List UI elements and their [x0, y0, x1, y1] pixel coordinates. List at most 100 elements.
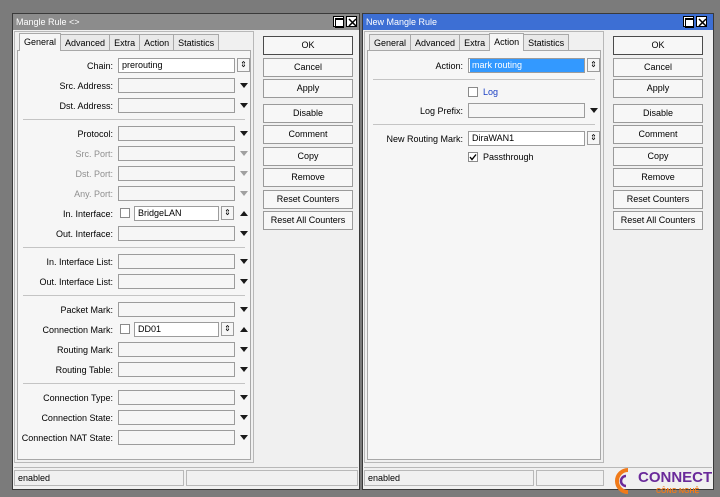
action-label: Action:	[435, 61, 463, 71]
comment-button[interactable]: Comment	[613, 125, 703, 144]
reset-all-counters-button[interactable]: Reset All Counters	[263, 211, 353, 230]
in-interface-list-input[interactable]	[118, 254, 235, 269]
in-interface-input[interactable]: BridgeLAN	[134, 206, 219, 221]
action-select[interactable]: mark routing	[468, 58, 585, 73]
divider	[23, 247, 245, 248]
copy-button[interactable]: Copy	[613, 147, 703, 166]
connection-mark-dropdown-icon[interactable]: ⇕	[221, 322, 234, 336]
dst-address-row: Dst. Address:	[18, 98, 250, 114]
passthrough-label[interactable]: Passthrough	[483, 152, 534, 162]
connection-nat-state-label: Connection NAT State:	[21, 433, 113, 443]
status-cell	[536, 470, 604, 486]
new-routing-mark-input[interactable]: DiraWAN1	[468, 131, 585, 146]
routing-mark-row: Routing Mark:	[18, 342, 250, 358]
disable-button[interactable]: Disable	[613, 104, 703, 123]
checkmark-icon	[469, 154, 477, 161]
connection-mark-invert-checkbox[interactable]	[120, 324, 130, 334]
packet-mark-dropdown-icon[interactable]	[240, 307, 248, 312]
connection-mark-collapse-icon[interactable]	[240, 327, 248, 332]
apply-button[interactable]: Apply	[263, 79, 353, 98]
logo-text-main: CONNECT	[638, 469, 712, 486]
chain-input[interactable]: prerouting	[118, 58, 235, 73]
connection-mark-input[interactable]: DD01	[134, 322, 219, 337]
packet-mark-input[interactable]	[118, 302, 235, 317]
connection-type-dropdown-icon[interactable]	[240, 395, 248, 400]
in-interface-invert-checkbox[interactable]	[120, 208, 130, 218]
routing-table-input[interactable]	[118, 362, 235, 377]
connection-type-input[interactable]	[118, 390, 235, 405]
close-icon[interactable]	[696, 16, 707, 27]
tab-bar: General Advanced Extra Action Statistics	[369, 33, 570, 51]
disable-button[interactable]: Disable	[263, 104, 353, 123]
connection-nat-state-input[interactable]	[118, 430, 235, 445]
in-interface-collapse-icon[interactable]	[240, 211, 248, 216]
out-interface-list-input[interactable]	[118, 274, 235, 289]
tab-extra[interactable]: Extra	[459, 34, 491, 51]
routing-mark-dropdown-icon[interactable]	[240, 347, 248, 352]
out-interface-list-dropdown-icon[interactable]	[240, 279, 248, 284]
ok-button[interactable]: OK	[613, 36, 703, 55]
src-port-input	[118, 146, 235, 161]
log-prefix-dropdown-icon[interactable]	[590, 108, 598, 113]
dst-address-input[interactable]	[118, 98, 235, 113]
routing-table-dropdown-icon[interactable]	[240, 367, 248, 372]
protocol-input[interactable]	[118, 126, 235, 141]
close-icon[interactable]	[346, 16, 357, 27]
log-label[interactable]: Log	[483, 87, 498, 97]
maximize-icon[interactable]	[683, 16, 694, 28]
tab-action[interactable]: Action	[489, 33, 525, 51]
apply-button[interactable]: Apply	[613, 79, 703, 98]
passthrough-checkbox[interactable]	[468, 152, 478, 162]
connection-type-label: Connection Type:	[43, 393, 113, 403]
connection-state-dropdown-icon[interactable]	[240, 415, 248, 420]
out-interface-input[interactable]	[118, 226, 235, 241]
tab-statistics[interactable]: Statistics	[173, 34, 220, 51]
in-interface-list-dropdown-icon[interactable]	[240, 259, 248, 264]
protocol-dropdown-icon[interactable]	[240, 131, 248, 136]
action-panel: Action: mark routing ⇕ Log Log Prefix: N…	[367, 50, 601, 460]
comment-button[interactable]: Comment	[263, 125, 353, 144]
tab-advanced[interactable]: Advanced	[60, 34, 111, 51]
tab-action[interactable]: Action	[139, 34, 175, 51]
window-titlebar[interactable]: Mangle Rule <>	[13, 14, 359, 30]
out-interface-dropdown-icon[interactable]	[240, 231, 248, 236]
src-address-input[interactable]	[118, 78, 235, 93]
in-interface-list-label: In. Interface List:	[46, 257, 113, 267]
cancel-button[interactable]: Cancel	[613, 58, 703, 77]
log-prefix-input[interactable]	[468, 103, 585, 118]
src-address-dropdown-icon[interactable]	[240, 83, 248, 88]
tab-general[interactable]: General	[19, 33, 62, 51]
dst-address-dropdown-icon[interactable]	[240, 103, 248, 108]
src-port-label: Src. Port:	[75, 149, 113, 159]
copy-button[interactable]: Copy	[263, 147, 353, 166]
window-titlebar[interactable]: New Mangle Rule	[363, 14, 713, 30]
chain-dropdown-icon[interactable]: ⇕	[237, 58, 250, 72]
tab-advanced[interactable]: Advanced	[410, 34, 461, 51]
connection-state-input[interactable]	[118, 410, 235, 425]
connection-nat-state-dropdown-icon[interactable]	[240, 435, 248, 440]
in-interface-dropdown-icon[interactable]: ⇕	[221, 206, 234, 220]
log-checkbox[interactable]	[468, 87, 478, 97]
remove-button[interactable]: Remove	[263, 168, 353, 187]
reset-counters-button[interactable]: Reset Counters	[263, 190, 353, 209]
tab-extra[interactable]: Extra	[109, 34, 141, 51]
connect-logo-graphic: CONNECT CÔNG NGHỆ	[615, 468, 712, 495]
routing-table-row: Routing Table:	[18, 362, 250, 378]
action-dropdown-icon[interactable]: ⇕	[587, 58, 600, 72]
tab-general[interactable]: General	[369, 34, 412, 51]
reset-counters-button[interactable]: Reset Counters	[613, 190, 703, 209]
reset-all-counters-button[interactable]: Reset All Counters	[613, 211, 703, 230]
in-interface-list-row: In. Interface List:	[18, 254, 250, 270]
window-title: Mangle Rule <>	[16, 17, 80, 27]
status-cell	[186, 470, 358, 486]
remove-button[interactable]: Remove	[613, 168, 703, 187]
packet-mark-row: Packet Mark:	[18, 302, 250, 318]
new-mangle-rule-window: New Mangle Rule General Advanced Extra A…	[362, 13, 714, 490]
maximize-icon[interactable]	[333, 16, 344, 28]
tab-statistics[interactable]: Statistics	[523, 34, 570, 51]
ok-button[interactable]: OK	[263, 36, 353, 55]
routing-mark-input[interactable]	[118, 342, 235, 357]
src-port-dropdown-icon	[240, 151, 248, 156]
cancel-button[interactable]: Cancel	[263, 58, 353, 77]
new-routing-mark-dropdown-icon[interactable]: ⇕	[587, 131, 600, 145]
